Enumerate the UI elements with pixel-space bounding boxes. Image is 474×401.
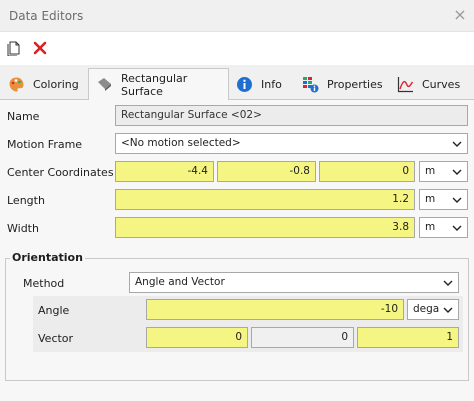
tab-properties[interactable]: Properties: [302, 68, 383, 100]
center-coordinates-label: Center Coordinates: [7, 166, 114, 179]
orientation-title: Orientation: [10, 251, 85, 264]
vector-z-field[interactable]: 1: [357, 327, 459, 348]
method-value: Angle and Vector: [135, 276, 225, 288]
window-title: Data Editors: [9, 9, 84, 23]
properties-icon: [302, 76, 319, 93]
tab-bar: Coloring Rectangular Surface Info Proper…: [0, 65, 474, 101]
angle-field[interactable]: -10: [146, 299, 404, 320]
vector-label: Vector: [38, 332, 74, 345]
info-icon: [236, 76, 253, 93]
motion-frame-value: <No motion selected>: [121, 137, 241, 149]
palette-icon: [8, 76, 25, 93]
toolbar: [0, 31, 474, 65]
chevron-down-icon: [442, 273, 454, 292]
close-icon[interactable]: ×: [453, 5, 467, 25]
length-unit-value: m: [425, 193, 436, 205]
tab-coloring-label: Coloring: [33, 77, 79, 91]
tab-curves-label: Curves: [422, 77, 461, 91]
length-label: Length: [7, 194, 45, 207]
name-label: Name: [7, 110, 40, 123]
length-unit-select[interactable]: m: [419, 189, 468, 210]
vector-y-field[interactable]: 0: [251, 327, 354, 348]
name-field[interactable]: Rectangular Surface <02>: [115, 105, 468, 126]
width-field[interactable]: 3.8: [115, 217, 415, 238]
title-bar: Data Editors ×: [0, 0, 474, 31]
chevron-down-icon: [442, 300, 454, 319]
angle-label: Angle: [38, 304, 70, 317]
tab-info-label: Info: [261, 77, 282, 91]
curves-icon: [397, 76, 414, 93]
vector-x-field[interactable]: 0: [146, 327, 248, 348]
delete-x-icon[interactable]: [32, 40, 48, 56]
width-label: Width: [7, 222, 39, 235]
method-label: Method: [23, 277, 65, 290]
chevron-down-icon: [451, 162, 463, 181]
center-x-field[interactable]: -4.4: [115, 161, 214, 182]
center-unit-value: m: [425, 165, 436, 177]
chevron-down-icon: [451, 190, 463, 209]
motion-frame-select[interactable]: <No motion selected>: [115, 133, 468, 154]
surface-icon: [96, 76, 113, 93]
tab-info[interactable]: Info: [236, 68, 282, 100]
tab-rectangular-surface[interactable]: Rectangular Surface: [88, 68, 229, 101]
chevron-down-icon: [451, 134, 463, 153]
length-field[interactable]: 1.2: [115, 189, 415, 210]
new-document-icon[interactable]: [7, 40, 23, 57]
chevron-down-icon: [451, 218, 463, 237]
motion-frame-label: Motion Frame: [7, 138, 83, 151]
tab-curves[interactable]: Curves: [397, 68, 460, 100]
tab-properties-label: Properties: [327, 77, 383, 91]
tab-rectangular-surface-label: Rectangular Surface: [121, 71, 188, 98]
method-select[interactable]: Angle and Vector: [129, 272, 459, 293]
center-y-field[interactable]: -0.8: [217, 161, 316, 182]
center-unit-select[interactable]: m: [419, 161, 468, 182]
width-unit-select[interactable]: m: [419, 217, 468, 238]
width-unit-value: m: [425, 221, 436, 233]
tab-coloring[interactable]: Coloring: [8, 68, 79, 100]
center-z-field[interactable]: 0: [319, 161, 415, 182]
angle-unit-value: dega: [413, 303, 440, 315]
angle-unit-select[interactable]: dega: [407, 299, 459, 320]
